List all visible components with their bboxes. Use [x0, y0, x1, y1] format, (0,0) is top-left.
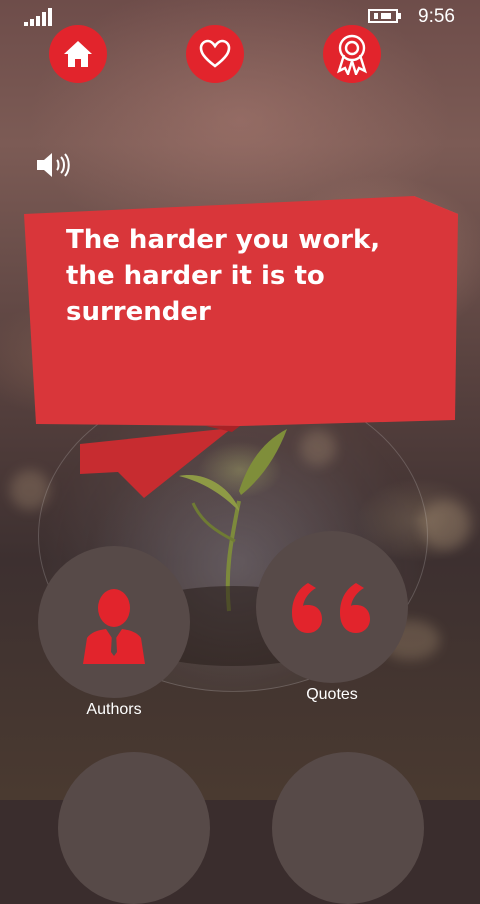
- authors-tile[interactable]: [38, 546, 190, 698]
- quotes-label: Quotes: [306, 686, 358, 703]
- person-icon: [83, 589, 145, 664]
- quotes-tile[interactable]: [256, 531, 408, 683]
- quotation-mark-icon: [292, 583, 370, 633]
- bottom-tile-left[interactable]: [58, 752, 210, 904]
- quote-text: The harder you work, the harder it is to…: [66, 225, 381, 327]
- bottom-tile-right[interactable]: [272, 752, 424, 904]
- authors-label: Authors: [86, 701, 142, 718]
